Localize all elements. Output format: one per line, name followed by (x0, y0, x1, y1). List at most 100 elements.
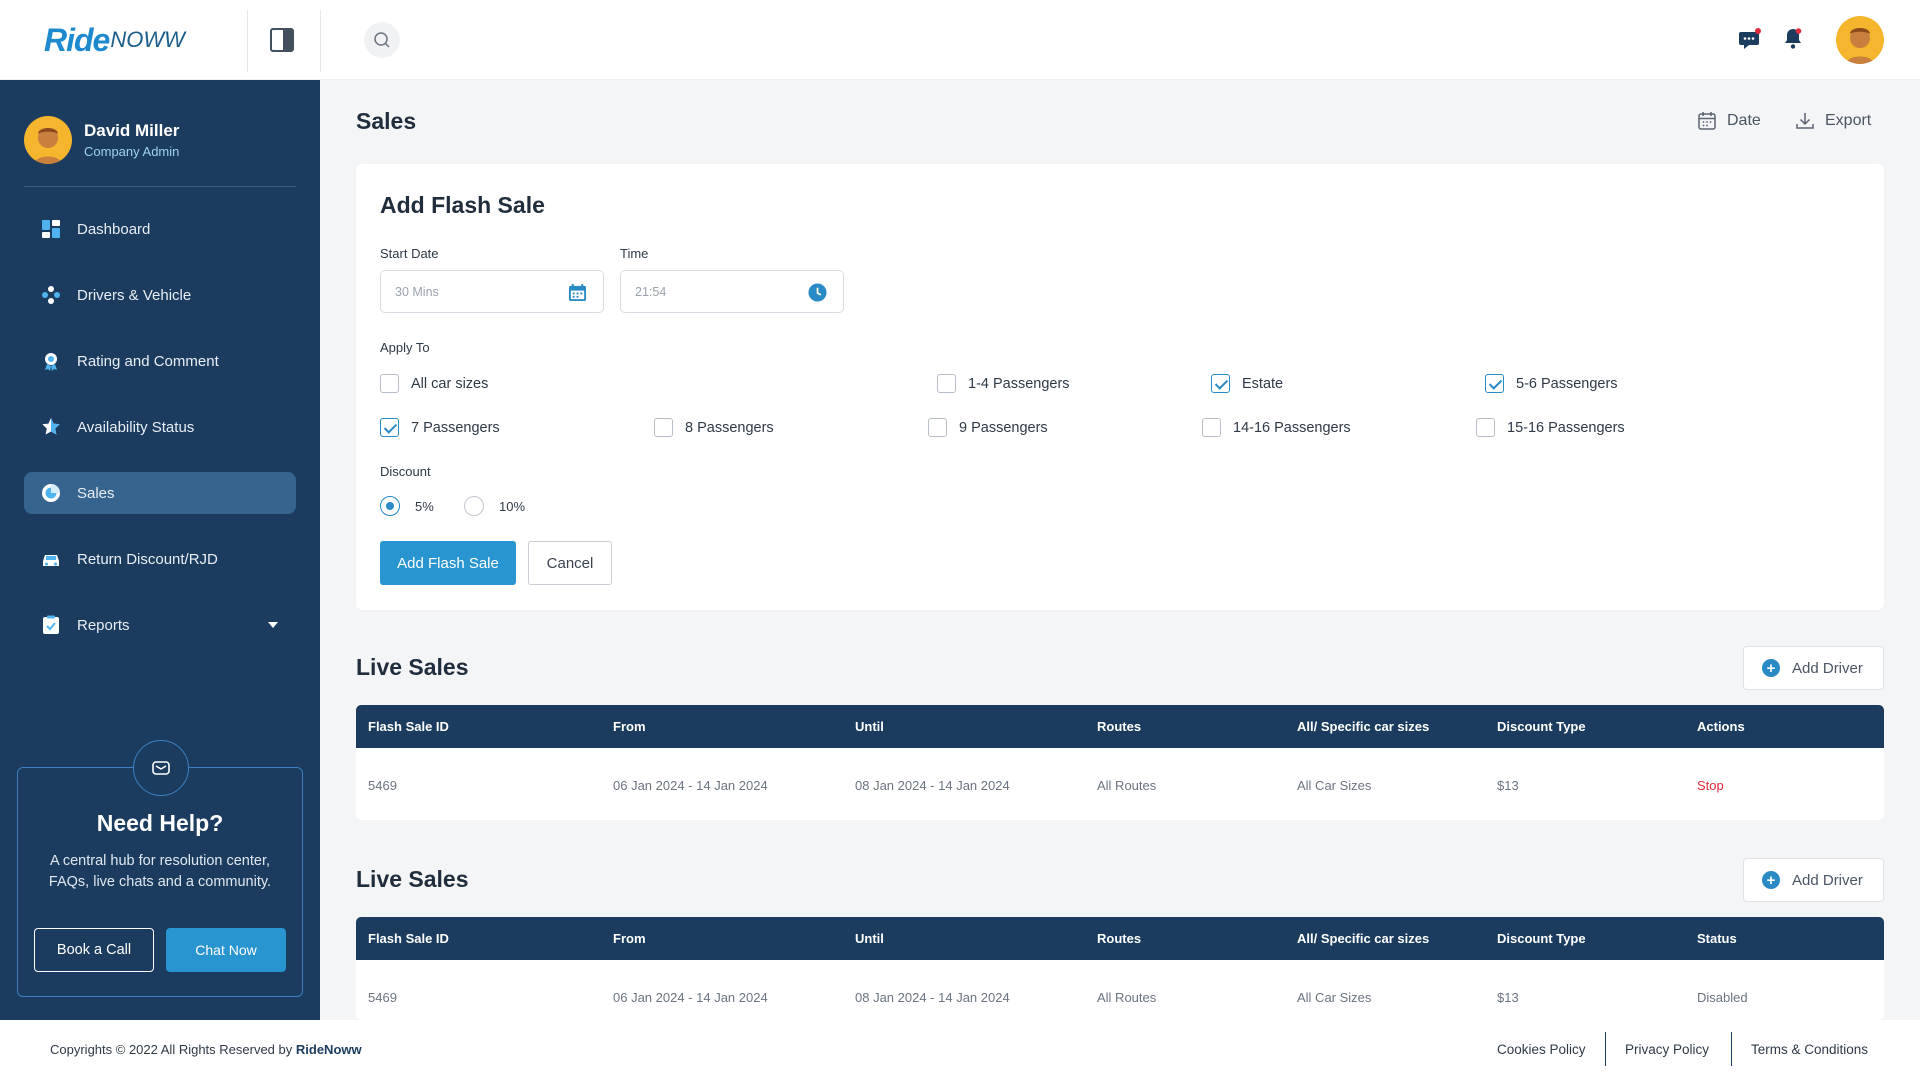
time-value: 21:54 (635, 284, 667, 299)
sidebar-item-reports[interactable]: Reports (24, 604, 296, 646)
sidebar-item-availability-status[interactable]: Availability Status (24, 406, 296, 448)
column-header: From (613, 931, 646, 946)
add-driver-label: Add Driver (1792, 659, 1863, 677)
cell-from: 06 Jan 2024 - 14 Jan 2024 (613, 778, 768, 793)
logo-sub-text: NOWW (110, 27, 185, 52)
sidebar-item-label: Sales (77, 484, 115, 502)
divider (1605, 1032, 1606, 1066)
checkbox[interactable] (1202, 418, 1221, 437)
rating-icon (41, 351, 61, 371)
cell-id: 5469 (368, 778, 397, 793)
checkbox-label: Estate (1242, 375, 1284, 392)
reports-icon (41, 615, 61, 635)
checkbox-8-passengers[interactable]: 8 Passengers (654, 418, 774, 437)
card-title: Add Flash Sale (380, 192, 545, 218)
chat-icon[interactable] (1737, 26, 1763, 52)
checkbox-checked[interactable] (380, 418, 399, 437)
user-avatar[interactable] (1836, 16, 1884, 64)
book-call-button[interactable]: Book a Call (34, 928, 154, 972)
radio-selected[interactable] (380, 496, 400, 516)
checkbox-label: 15-16 Passengers (1507, 419, 1625, 436)
sidebar-nav: Dashboard Drivers & Vehicle Rating and C… (24, 208, 296, 670)
checkbox-14-16-passengers[interactable]: 14-16 Passengers (1202, 418, 1351, 437)
checkbox-15-16-passengers[interactable]: 15-16 Passengers (1476, 418, 1625, 437)
sidebar-item-return-discount[interactable]: Return Discount/RJD (24, 538, 296, 580)
sidebar: David Miller Company Admin Dashboard Dri… (0, 80, 320, 1020)
sales-icon (41, 483, 61, 503)
profile-block[interactable]: David Miller Company Admin (24, 116, 179, 164)
checkbox-estate[interactable]: Estate (1211, 374, 1283, 393)
checkbox[interactable] (1476, 418, 1495, 437)
checkbox[interactable] (928, 418, 947, 437)
top-bar: Ride NOWW (0, 0, 1920, 80)
checkbox[interactable] (937, 374, 956, 393)
cancel-button[interactable]: Cancel (528, 541, 612, 585)
sidebar-item-label: Drivers & Vehicle (77, 286, 192, 304)
search-button[interactable] (364, 22, 400, 58)
radio-discount-10[interactable]: 10% (464, 496, 525, 516)
checkbox-5-6-passengers[interactable]: 5-6 Passengers (1485, 374, 1618, 393)
calendar-icon[interactable] (568, 283, 587, 302)
footer: Copyrights © 2022 All Rights Reserved by… (0, 1020, 1920, 1080)
bell-icon[interactable] (1780, 26, 1806, 52)
chevron-down-icon[interactable] (268, 622, 278, 628)
column-header: Until (855, 931, 884, 946)
add-driver-button[interactable]: + Add Driver (1743, 858, 1884, 902)
drivers-icon (41, 285, 61, 305)
table-header: Flash Sale ID From Until Routes All/ Spe… (356, 705, 1884, 748)
checkbox-all-car-sizes[interactable]: All car sizes (380, 374, 488, 393)
date-filter-button[interactable]: Date (1697, 111, 1761, 131)
help-card: Need Help? A central hub for resolution … (17, 740, 303, 997)
terms-conditions-link[interactable]: Terms & Conditions (1751, 1042, 1868, 1057)
cell-routes: All Routes (1097, 778, 1157, 793)
table-header: Flash Sale ID From Until Routes All/ Spe… (356, 917, 1884, 960)
column-header: Flash Sale ID (368, 931, 449, 946)
sidebar-item-sales[interactable]: Sales (24, 472, 296, 514)
ridenoww-logo[interactable]: Ride NOWW (44, 20, 185, 60)
checkbox[interactable] (380, 374, 399, 393)
chat-now-button[interactable]: Chat Now (166, 928, 286, 972)
checkbox-checked[interactable] (1211, 374, 1230, 393)
checkbox-label: 14-16 Passengers (1233, 419, 1351, 436)
add-driver-button[interactable]: + Add Driver (1743, 646, 1884, 690)
radio-label: 10% (499, 498, 526, 514)
column-header: Until (855, 719, 884, 734)
page-title: Sales (356, 108, 417, 134)
radio-discount-5[interactable]: 5% (380, 496, 434, 516)
search-icon (374, 32, 390, 48)
cell-routes: All Routes (1097, 990, 1157, 1005)
checkbox-checked[interactable] (1485, 374, 1504, 393)
privacy-policy-link[interactable]: Privacy Policy (1625, 1042, 1709, 1057)
checkbox-1-4-passengers[interactable]: 1-4 Passengers (937, 374, 1070, 393)
live-sales-table-2: Flash Sale ID From Until Routes All/ Spe… (356, 917, 1884, 1020)
date-label: Date (1727, 112, 1761, 129)
cookies-policy-link[interactable]: Cookies Policy (1497, 1042, 1586, 1057)
start-date-value: 30 Mins (395, 284, 439, 299)
start-date-label: Start Date (380, 246, 439, 261)
sidebar-item-rating-comment[interactable]: Rating and Comment (24, 340, 296, 382)
live-sales-title: Live Sales (356, 654, 469, 680)
export-button[interactable]: Export (1795, 111, 1871, 131)
add-flash-sale-button[interactable]: Add Flash Sale (380, 541, 516, 585)
divider (247, 10, 248, 72)
sidebar-item-drivers-vehicle[interactable]: Drivers & Vehicle (24, 274, 296, 316)
panel-toggle-icon[interactable] (270, 28, 294, 52)
table-row: 5469 06 Jan 2024 - 14 Jan 2024 08 Jan 20… (356, 960, 1884, 1020)
column-header: Actions (1697, 719, 1745, 734)
plus-icon: + (1762, 659, 1780, 677)
checkbox[interactable] (654, 418, 673, 437)
discount-label: Discount (380, 464, 431, 479)
cell-status: Disabled (1697, 990, 1748, 1005)
sidebar-item-dashboard[interactable]: Dashboard (24, 208, 296, 250)
export-label: Export (1825, 112, 1872, 129)
column-header: All/ Specific car sizes (1297, 719, 1430, 734)
add-driver-label: Add Driver (1792, 871, 1863, 889)
clock-icon[interactable] (808, 283, 827, 302)
sidebar-item-label: Return Discount/RJD (77, 550, 218, 568)
stop-action-link[interactable]: Stop (1697, 778, 1724, 793)
checkbox-9-passengers[interactable]: 9 Passengers (928, 418, 1048, 437)
time-field[interactable]: 21:54 (620, 270, 844, 313)
start-date-field[interactable]: 30 Mins (380, 270, 604, 313)
radio[interactable] (464, 496, 484, 516)
checkbox-7-passengers[interactable]: 7 Passengers (380, 418, 500, 437)
